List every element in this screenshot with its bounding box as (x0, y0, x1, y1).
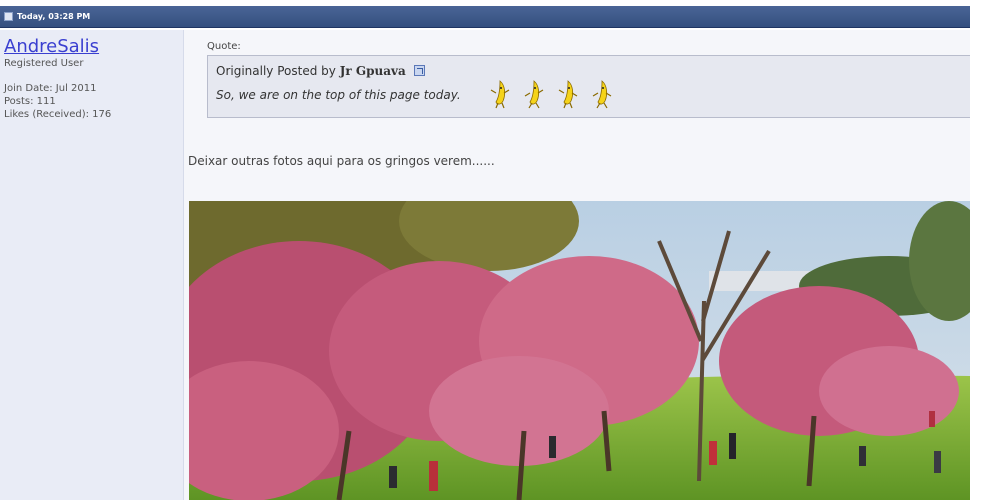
post-header: Today, 03:28 PM (0, 6, 970, 28)
dancing-banana-smilies (488, 78, 614, 110)
username-link[interactable]: AndreSalis (4, 37, 179, 57)
user-stats: Join Date: Jul 2011 Posts: 111 Likes (Re… (4, 82, 179, 121)
join-date: Join Date: Jul 2011 (4, 83, 97, 94)
message-text: Deixar outras fotos aqui para os gringos… (188, 154, 495, 168)
quote-box: Originally Posted by Jr Gpuava So, we ar… (207, 55, 970, 118)
post-date: Today, 03:28 PM (17, 12, 91, 21)
dancing-banana-icon (558, 80, 578, 109)
dancing-banana-icon (592, 80, 612, 109)
post-body: AndreSalis Registered User Join Date: Ju… (0, 30, 970, 500)
likes-received: Likes (Received): 176 (4, 109, 112, 120)
user-info-panel: AndreSalis Registered User Join Date: Ju… (0, 30, 184, 500)
originally-posted-by: Originally Posted by (216, 64, 336, 78)
dancing-banana-icon (490, 80, 510, 109)
view-post-icon[interactable] (413, 65, 425, 76)
user-title: Registered User (4, 58, 84, 69)
quote-attribution: Originally Posted by Jr Gpuava (216, 64, 425, 78)
post-count: Posts: 111 (4, 96, 56, 107)
quote-text: So, we are on the top of this page today… (216, 88, 461, 102)
quote-label: Quote: (207, 41, 241, 52)
post-icon (4, 12, 13, 21)
quote-author: Jr Gpuava (339, 64, 406, 78)
cherry-blossom-photo (189, 201, 970, 500)
message-content: Quote: Originally Posted by Jr Gpuava So… (185, 30, 970, 500)
dancing-banana-icon (524, 80, 544, 109)
